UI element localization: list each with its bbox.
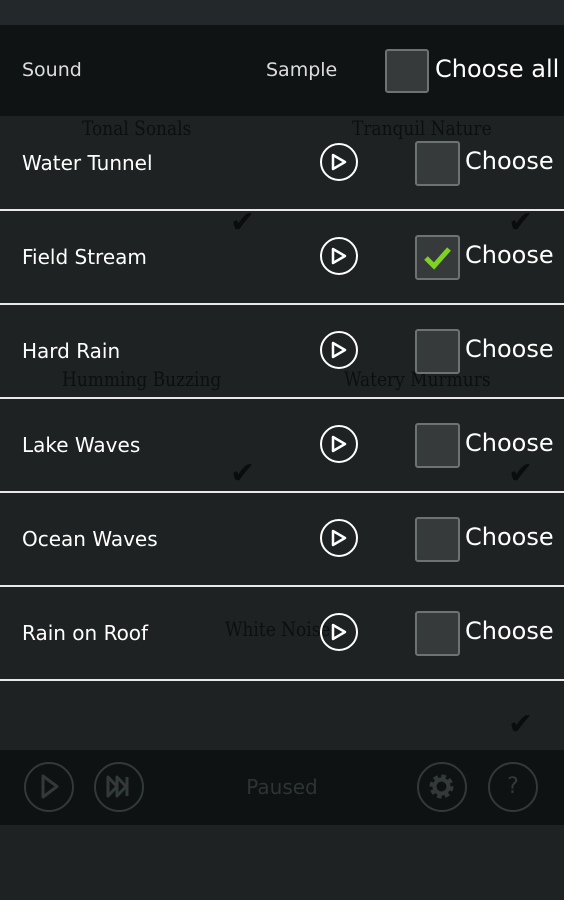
choose-label[interactable]: Choose — [465, 335, 554, 363]
play-icon — [331, 247, 347, 265]
player-bar: Paused ? — [0, 750, 564, 825]
play-icon — [331, 435, 347, 453]
sound-name: Water Tunnel — [22, 151, 153, 175]
play-icon — [331, 153, 347, 171]
help-button[interactable]: ? — [488, 762, 538, 812]
sound-row: Field Stream Choose — [0, 211, 564, 305]
list-header: Sound Sample Choose all — [0, 25, 564, 116]
sound-row: Water Tunnel Choose — [0, 117, 564, 211]
play-icon — [331, 529, 347, 547]
choose-checkbox[interactable] — [415, 517, 460, 562]
choose-label[interactable]: Choose — [465, 523, 554, 551]
sample-play-button[interactable] — [320, 519, 358, 557]
choose-all-label[interactable]: Choose all — [435, 55, 559, 83]
background-check-icon: ✔ — [508, 707, 534, 742]
sample-column-label: Sample — [266, 59, 338, 81]
check-icon — [424, 247, 451, 270]
sample-play-button[interactable] — [320, 237, 358, 275]
sound-column-label: Sound — [22, 59, 82, 81]
sound-row: Rain on Roof Choose — [0, 587, 564, 681]
choose-label[interactable]: Choose — [465, 147, 554, 175]
choose-checkbox[interactable] — [415, 141, 460, 186]
choose-label[interactable]: Choose — [465, 241, 554, 269]
sound-row: Ocean Waves Choose — [0, 493, 564, 587]
sound-name: Ocean Waves — [22, 527, 158, 551]
choose-label[interactable]: Choose — [465, 617, 554, 645]
sample-play-button[interactable] — [320, 613, 358, 651]
sample-play-button[interactable] — [320, 425, 358, 463]
choose-label[interactable]: Choose — [465, 429, 554, 457]
sound-row: Lake Waves Choose — [0, 399, 564, 493]
playback-status: Paused — [246, 775, 318, 799]
choose-checkbox[interactable] — [415, 423, 460, 468]
settings-button[interactable] — [417, 762, 467, 812]
sound-name: Rain on Roof — [22, 621, 149, 645]
sound-name: Field Stream — [22, 245, 147, 269]
choose-all-checkbox[interactable] — [385, 49, 429, 93]
sample-play-button[interactable] — [320, 143, 358, 181]
status-strip — [0, 0, 564, 25]
play-icon — [331, 623, 347, 641]
sound-name: Lake Waves — [22, 433, 141, 457]
sound-name: Hard Rain — [22, 339, 121, 363]
choose-checkbox[interactable] — [415, 235, 460, 280]
gear-icon — [429, 774, 454, 799]
choose-checkbox[interactable] — [415, 611, 460, 656]
choose-checkbox[interactable] — [415, 329, 460, 374]
sample-play-button[interactable] — [320, 331, 358, 369]
sound-row: Hard Rain Choose — [0, 305, 564, 399]
play-icon — [331, 341, 347, 359]
